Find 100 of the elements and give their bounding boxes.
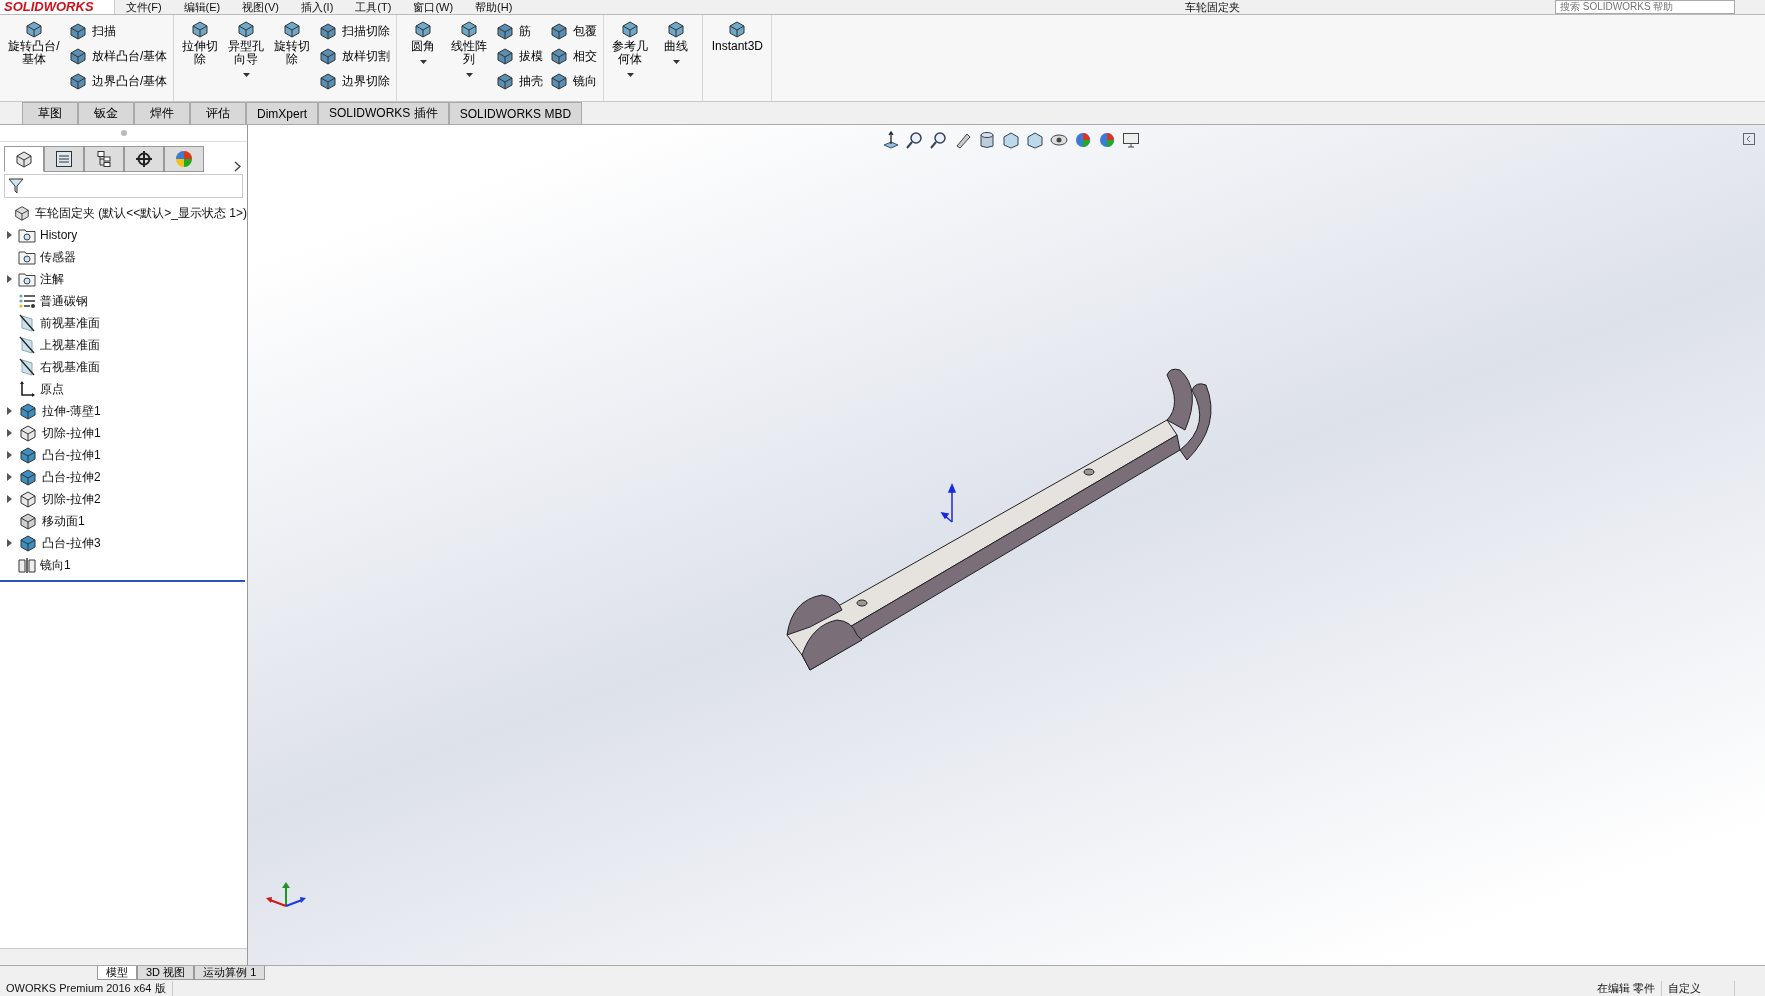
- tree-item[interactable]: 凸台-拉伸2: [42, 468, 101, 486]
- command-tab[interactable]: 钣金: [78, 102, 134, 124]
- part-icon: [13, 203, 31, 223]
- ribbon-button[interactable]: 圆角: [403, 19, 444, 97]
- filter-field[interactable]: [4, 174, 243, 198]
- block-icon: [549, 21, 570, 41]
- collapse-icon[interactable]: [1743, 133, 1755, 145]
- ribbon-button[interactable]: 旋转凸台/基体: [6, 19, 62, 97]
- color-ball-icon[interactable]: [1074, 131, 1092, 149]
- tree-item[interactable]: 拉伸-薄壁1: [42, 402, 101, 420]
- tree-icon: [95, 150, 113, 168]
- tree-item[interactable]: 凸台-拉伸3: [42, 534, 101, 552]
- expand-icon[interactable]: [6, 275, 12, 283]
- ribbon-button[interactable]: 边界切除: [318, 71, 391, 91]
- expand-icon[interactable]: [6, 429, 12, 437]
- tree-item[interactable]: 普通碳钢: [40, 292, 88, 310]
- expand-icon[interactable]: [6, 495, 12, 503]
- menu-item[interactable]: 文件(F): [114, 0, 173, 14]
- expand-icon[interactable]: [6, 473, 12, 481]
- window-title: 车轮固定夹: [1185, 0, 1240, 14]
- panel-tab[interactable]: [44, 146, 84, 172]
- ribbon-button[interactable]: 参考几何体: [610, 19, 651, 97]
- block-icon: [18, 533, 38, 553]
- block-icon: [318, 21, 339, 41]
- tree-item[interactable]: 凸台-拉伸1: [42, 446, 101, 464]
- ribbon-button[interactable]: 镜向: [549, 71, 598, 91]
- tree-root[interactable]: 车轮固定夹 (默认<<默认>_显示状态 1>): [34, 204, 247, 222]
- monitor-icon[interactable]: [1122, 131, 1140, 149]
- expand-icon[interactable]: [6, 539, 12, 547]
- pencil-icon[interactable]: [954, 131, 972, 149]
- ribbon-button[interactable]: 包覆: [549, 21, 598, 41]
- command-tab[interactable]: SOLIDWORKS MBD: [448, 102, 583, 124]
- tree-item[interactable]: 原点: [40, 380, 64, 398]
- block-icon: [18, 511, 38, 531]
- ribbon-button[interactable]: 边界凸台/基体: [68, 71, 168, 91]
- expand-icon[interactable]: [6, 451, 12, 459]
- tree-item[interactable]: 切除-拉伸1: [42, 424, 101, 442]
- ribbon-button[interactable]: 拉伸切除: [180, 19, 221, 97]
- tree-item[interactable]: 上视基准面: [40, 336, 100, 354]
- caret-icon: [465, 73, 473, 77]
- caret-icon: [242, 73, 250, 77]
- model-tab[interactable]: 运动算例 1: [194, 966, 266, 980]
- caret-icon: [626, 73, 634, 77]
- ribbon-button[interactable]: 旋转切除: [272, 19, 313, 97]
- ribbon-button[interactable]: 扫描切除: [318, 21, 391, 41]
- color-ball-icon[interactable]: [1098, 131, 1116, 149]
- model-tab[interactable]: 3D 视图: [137, 966, 195, 980]
- command-tab[interactable]: 评估: [190, 102, 246, 124]
- zoom-icon[interactable]: [930, 131, 948, 149]
- ribbon-button[interactable]: 异型孔向导: [226, 19, 267, 97]
- ribbon-button[interactable]: 抽壳: [495, 71, 544, 91]
- tree-item[interactable]: 前视基准面: [40, 314, 100, 332]
- tree-item[interactable]: 切除-拉伸2: [42, 490, 101, 508]
- tree-item[interactable]: 右视基准面: [40, 358, 100, 376]
- plane-icon: [18, 358, 36, 376]
- cube-icon[interactable]: [1026, 131, 1044, 149]
- menu-item[interactable]: 插入(I): [289, 0, 345, 14]
- tree-item[interactable]: 移动面1: [42, 512, 85, 530]
- menu-item[interactable]: 编辑(E): [172, 0, 232, 14]
- menu-item[interactable]: 工具(T): [344, 0, 403, 14]
- block-icon: [18, 423, 38, 443]
- block-icon: [18, 401, 38, 421]
- horizontal-scrollbar[interactable]: [0, 948, 247, 965]
- menu-item[interactable]: 视图(V): [231, 0, 290, 14]
- ribbon-button[interactable]: 曲线: [656, 19, 697, 97]
- expand-icon[interactable]: [6, 407, 12, 415]
- tree-item[interactable]: 传感器: [40, 248, 76, 266]
- expand-icon[interactable]: [6, 231, 12, 239]
- ribbon-button[interactable]: 拔模: [495, 46, 544, 66]
- tree-item[interactable]: 注解: [40, 270, 64, 288]
- cube-icon[interactable]: [1002, 131, 1020, 149]
- ribbon-button[interactable]: 线性阵列: [449, 19, 490, 97]
- tree-item[interactable]: History: [40, 228, 78, 242]
- model-tab[interactable]: 模型: [97, 966, 137, 980]
- menu-item[interactable]: 帮助(H): [464, 0, 524, 14]
- command-tab[interactable]: SOLIDWORKS 插件: [318, 102, 449, 124]
- status-text: 在编辑 零件: [1590, 981, 1662, 996]
- ribbon-button[interactable]: Instant3D: [709, 19, 766, 97]
- search-field[interactable]: 搜索 SOLIDWORKS 帮助: [1555, 0, 1735, 14]
- units-selector[interactable]: 自定义: [1662, 981, 1735, 996]
- ribbon-button[interactable]: 扫描: [68, 21, 168, 41]
- chevron-icon[interactable]: [234, 161, 241, 172]
- command-tab[interactable]: 草图: [22, 102, 78, 124]
- ribbon-button[interactable]: 相交: [549, 46, 598, 66]
- cylinder-icon[interactable]: [978, 131, 996, 149]
- panel-tab[interactable]: [4, 146, 44, 172]
- splitter-handle[interactable]: [120, 130, 127, 136]
- view-icon[interactable]: [882, 131, 900, 149]
- ribbon-button[interactable]: 放样凸台/基体: [68, 46, 168, 66]
- panel-tab[interactable]: [124, 146, 164, 172]
- menu-item[interactable]: 窗口(W): [402, 0, 465, 14]
- block-icon: [495, 46, 516, 66]
- command-tab[interactable]: 焊件: [134, 102, 190, 124]
- zoom-icon[interactable]: [906, 131, 924, 149]
- command-tab[interactable]: DimXpert: [246, 102, 318, 124]
- ribbon-button[interactable]: 放样切割: [318, 46, 391, 66]
- panel-tab[interactable]: [84, 146, 124, 172]
- tree-item[interactable]: 镜向1: [40, 556, 71, 574]
- eye-icon[interactable]: [1050, 131, 1068, 149]
- ribbon-button[interactable]: 筋: [495, 21, 544, 41]
